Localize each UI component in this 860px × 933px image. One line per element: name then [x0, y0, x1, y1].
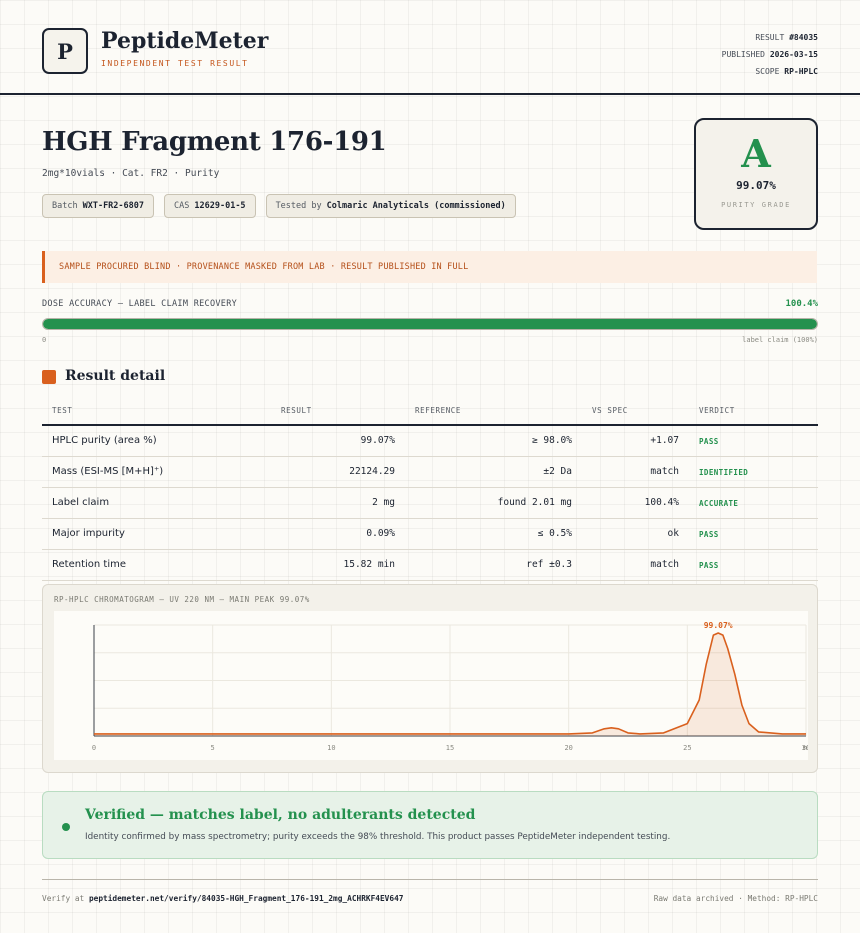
- dose-progress-bar: [42, 318, 818, 330]
- batch-chip: Batch WXT-FR2-6807: [42, 194, 155, 218]
- product-chips: Batch WXT-FR2-6807 CAS 12629-01-5 Tested b…: [42, 194, 516, 218]
- grade-value: 99.07%: [736, 179, 776, 192]
- brand-tagline: INDEPENDENT TEST RESULT: [101, 59, 249, 68]
- purity-grade-card: A 99.07% PURITY GRADE: [694, 118, 818, 230]
- chart-plot-background: [54, 611, 808, 760]
- cell-verdict: PASS: [699, 561, 719, 570]
- cell-verdict: ACCURATE: [699, 499, 739, 508]
- cell-result: 15.82 min: [343, 559, 395, 570]
- dose-value: 100.4%: [785, 299, 818, 309]
- cell-result: 22124.29: [349, 466, 395, 477]
- cell-verdict: PASS: [699, 437, 719, 446]
- header-vs-spec: VS SPEC: [592, 406, 628, 415]
- cell-reference: ≥ 98.0%: [531, 435, 572, 446]
- brand-logo: P: [42, 28, 88, 74]
- cell-vs-spec: ok: [667, 528, 679, 539]
- table-row: Mass (ESI-MS [M+H]⁺) 22124.29 ±2 Da matc…: [42, 457, 818, 488]
- dose-axis-start: 0: [42, 336, 47, 344]
- section-title: Result detail: [65, 368, 166, 384]
- cell-test: Retention time: [52, 559, 126, 570]
- cell-result: 2 mg: [372, 497, 395, 508]
- cell-vs-spec: match: [650, 559, 679, 570]
- table-row: Retention time 15.82 min ref ±0.3 match …: [42, 550, 818, 581]
- x-tick-label: 20: [564, 744, 572, 752]
- header-result: RESULT: [281, 406, 312, 415]
- header-reference: REFERENCE: [415, 406, 462, 415]
- cell-vs-spec: match: [650, 466, 679, 477]
- product-title: HGH Fragment 176-191: [42, 127, 387, 157]
- cell-vs-spec: 100.4%: [644, 497, 679, 508]
- cell-reference: found 2.01 mg: [497, 497, 572, 508]
- verify-link[interactable]: peptidemeter.net/verify/84035-HGH_Fragme…: [89, 894, 404, 903]
- cell-reference: ref ±0.3: [526, 559, 572, 570]
- cell-reference: ±2 Da: [543, 466, 572, 477]
- table-row: Label claim 2 mg found 2.01 mg 100.4% AC…: [42, 488, 818, 519]
- grade-label: PURITY GRADE: [721, 201, 791, 209]
- banner-text: SAMPLE PROCURED BLIND · PROVENANCE MASKE…: [59, 262, 469, 272]
- table-row: Major impurity 0.09% ≤ 0.5% ok PASS: [42, 519, 818, 550]
- dose-progress-fill: [43, 319, 817, 329]
- cell-test: Mass (ESI-MS [M+H]⁺): [52, 466, 164, 477]
- cell-verdict: PASS: [699, 530, 719, 539]
- product-subtitle: 2mg*10vials · Cat. FR2 · Purity: [42, 168, 220, 179]
- cell-test: HPLC purity (area %): [52, 435, 157, 446]
- verified-dot-icon: [62, 823, 70, 831]
- header-test: TEST: [52, 406, 73, 415]
- logo-letter: P: [57, 38, 73, 64]
- chromatogram-chart: 051015202530min99.07%: [54, 611, 808, 760]
- meta-published: PUBLISHED 2026-03-15: [721, 50, 818, 59]
- chromatogram-card: RP-HPLC CHROMATOGRAM — UV 220 NM — MAIN …: [42, 584, 818, 773]
- footer-divider: [42, 879, 818, 880]
- cell-result: 99.07%: [360, 435, 395, 446]
- brand-name: PeptideMeter: [101, 28, 269, 54]
- provenance-banner: SAMPLE PROCURED BLIND · PROVENANCE MASKE…: [42, 251, 817, 283]
- header-verdict: VERDICT: [699, 406, 735, 415]
- peak-annotation: 99.07%: [704, 621, 733, 630]
- chart-title: RP-HPLC CHROMATOGRAM — UV 220 NM — MAIN …: [54, 595, 310, 604]
- section-marker: [42, 370, 56, 384]
- x-tick-label: 25: [683, 744, 691, 752]
- cas-chip: CAS 12629-01-5: [164, 194, 256, 218]
- footer-archive-note: Raw data archived · Method: RP-HPLC: [653, 894, 818, 903]
- x-tick-label: 15: [446, 744, 454, 752]
- meta-result: RESULT #84035: [755, 33, 818, 42]
- table-header: TEST RESULT REFERENCE VS SPEC VERDICT: [42, 398, 818, 426]
- meta-scope: SCOPE RP-HPLC: [755, 67, 818, 76]
- cell-result: 0.09%: [366, 528, 395, 539]
- dose-axis-end: label claim (100%): [742, 336, 818, 344]
- cell-test: Major impurity: [52, 528, 125, 539]
- cell-verdict: IDENTIFIED: [699, 468, 749, 477]
- verified-text: Identity confirmed by mass spectrometry;…: [85, 832, 671, 842]
- header-divider: [0, 93, 860, 95]
- cell-reference: ≤ 0.5%: [537, 528, 572, 539]
- table-row: HPLC purity (area %) 99.07% ≥ 98.0% +1.0…: [42, 426, 818, 457]
- result-meta: RESULT #84035 PUBLISHED 2026-03-15 SCOPE…: [722, 29, 818, 80]
- x-unit-label: min: [803, 744, 808, 752]
- verified-title: Verified — matches label, no adulterants…: [85, 807, 476, 823]
- cell-vs-spec: +1.07: [650, 435, 679, 446]
- footer-verify: Verify at peptidemeter.net/verify/84035-…: [42, 894, 404, 903]
- dose-label: DOSE ACCURACY — LABEL CLAIM RECOVERY: [42, 299, 238, 309]
- result-table: TEST RESULT REFERENCE VS SPEC VERDICT HP…: [42, 398, 818, 581]
- cell-test: Label claim: [52, 497, 110, 508]
- x-tick-label: 0: [92, 744, 96, 752]
- grade-letter: A: [741, 131, 771, 176]
- x-tick-label: 10: [327, 744, 335, 752]
- verified-panel: Verified — matches label, no adulterants…: [42, 791, 818, 859]
- tested-by-chip: Tested by Colmaric Analyticals (commissio…: [265, 194, 516, 218]
- x-tick-label: 5: [211, 744, 215, 752]
